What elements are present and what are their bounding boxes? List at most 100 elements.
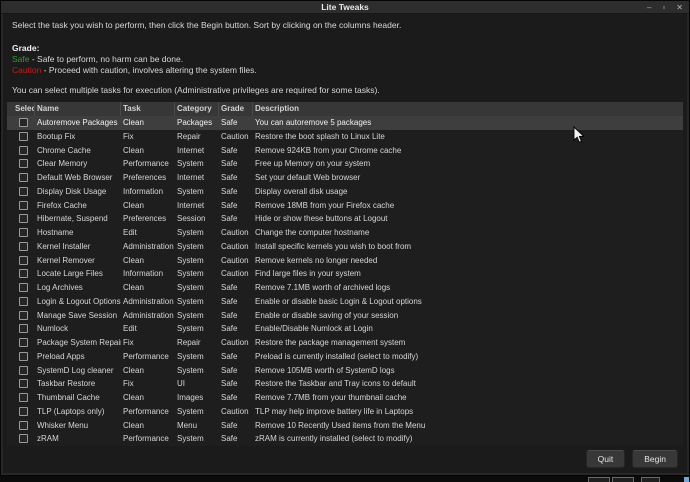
table-row[interactable]: NumlockEditSystemSafeEnable/Disable Numl…	[7, 322, 683, 336]
task-category: System	[175, 295, 219, 309]
instructions-text: Select the task you wish to perform, the…	[12, 20, 401, 30]
task-name: Package System Repair	[35, 336, 121, 350]
task-name: Firefox Cache	[35, 199, 121, 213]
task-name: zRAM	[35, 432, 121, 446]
row-checkbox[interactable]	[19, 379, 28, 388]
grade-safe-term: Safe	[12, 54, 30, 64]
task-grade: Safe	[219, 322, 253, 336]
task-grade: Safe	[219, 391, 253, 405]
row-checkbox[interactable]	[19, 242, 28, 251]
row-checkbox[interactable]	[19, 228, 28, 237]
taskbar-tray-accent[interactable]	[684, 477, 689, 482]
task-name: Kernel Installer	[35, 240, 121, 254]
table-row[interactable]: Login & Logout OptionsAdministrationSyst…	[7, 295, 683, 309]
table-row[interactable]: zRAMPerformanceSystemSafezRAM is current…	[7, 432, 683, 446]
task-type: Performance	[121, 350, 175, 364]
row-checkbox[interactable]	[19, 366, 28, 375]
task-category: Internet	[175, 144, 219, 158]
row-checkbox[interactable]	[19, 214, 28, 223]
task-description: Remove 924KB from your Chrome cache	[253, 144, 683, 158]
table-row[interactable]: Package System RepairFixRepairCautionRes…	[7, 336, 683, 350]
table-row[interactable]: Taskbar RestoreFixUISafeRestore the Task…	[7, 377, 683, 391]
quit-button[interactable]: Quit	[586, 450, 626, 468]
row-checkbox[interactable]	[19, 132, 28, 141]
column-header-task[interactable]: Task	[121, 102, 175, 116]
task-description: Preload is currently installed (select t…	[253, 350, 683, 364]
column-header-description[interactable]: Description	[253, 102, 683, 116]
table-row[interactable]: HostnameEditSystemCautionChange the comp…	[7, 226, 683, 240]
column-header-grade[interactable]: Grade	[219, 102, 253, 116]
row-checkbox[interactable]	[19, 118, 28, 127]
row-checkbox[interactable]	[19, 159, 28, 168]
table-row[interactable]: Kernel InstallerAdministrationSystemCaut…	[7, 240, 683, 254]
table-row[interactable]: Log ArchivesCleanSystemSafeRemove 7.1MB …	[7, 281, 683, 295]
column-header-category[interactable]: Category	[175, 102, 219, 116]
table-row[interactable]: Firefox CacheCleanInternetSafeRemove 18M…	[7, 199, 683, 213]
row-checkbox[interactable]	[19, 421, 28, 430]
task-name: Clear Memory	[35, 157, 121, 171]
table-row[interactable]: Preload AppsPerformanceSystemSafePreload…	[7, 350, 683, 364]
task-description: TLP may help improve battery life in Lap…	[253, 405, 683, 419]
table-row[interactable]: Clear MemoryPerformanceSystemSafeFree up…	[7, 157, 683, 171]
row-checkbox[interactable]	[19, 393, 28, 402]
taskbar-window-button[interactable]	[612, 477, 634, 482]
select-cell	[7, 281, 35, 295]
minimize-icon[interactable]: –	[647, 1, 651, 14]
row-checkbox[interactable]	[19, 201, 28, 210]
task-type: Clean	[121, 254, 175, 268]
row-checkbox[interactable]	[19, 146, 28, 155]
table-row[interactable]: TLP (Laptops only)PerformanceSystemCauti…	[7, 405, 683, 419]
task-type: Performance	[121, 432, 175, 446]
task-type: Information	[121, 267, 175, 281]
task-description: Restore the Taskbar and Tray icons to de…	[253, 377, 683, 391]
close-icon[interactable]: ✕	[676, 1, 683, 14]
task-description: Remove 18MB from your Firefox cache	[253, 199, 683, 213]
window-content: Select the task you wish to perform, the…	[1, 14, 689, 475]
table-row[interactable]: Whisker MenuCleanMenuSafeRemove 10 Recen…	[7, 419, 683, 433]
row-checkbox[interactable]	[19, 434, 28, 443]
task-type: Administration	[121, 295, 175, 309]
maximize-icon[interactable]: ▫	[662, 1, 665, 14]
select-cell	[7, 240, 35, 254]
taskbar-window-button[interactable]	[588, 477, 610, 482]
row-checkbox[interactable]	[19, 269, 28, 278]
table-row[interactable]: Manage Save SessionAdministrationSystemS…	[7, 309, 683, 323]
task-grade: Caution	[219, 130, 253, 144]
row-checkbox[interactable]	[19, 338, 28, 347]
row-checkbox[interactable]	[19, 324, 28, 333]
column-header-name[interactable]: Name	[35, 102, 121, 116]
row-checkbox[interactable]	[19, 283, 28, 292]
select-cell	[7, 267, 35, 281]
row-checkbox[interactable]	[19, 173, 28, 182]
row-checkbox[interactable]	[19, 187, 28, 196]
grade-caution-term: Caution	[12, 65, 41, 75]
select-cell	[7, 377, 35, 391]
table-row[interactable]: SystemD Log cleanerCleanSystemSafeRemove…	[7, 364, 683, 378]
taskbar-window-button[interactable]	[641, 477, 660, 482]
task-grade: Safe	[219, 295, 253, 309]
grade-caution-line: Caution - Proceed with caution, involves…	[12, 65, 257, 75]
row-checkbox[interactable]	[19, 297, 28, 306]
task-category: System	[175, 267, 219, 281]
task-category: Session	[175, 212, 219, 226]
task-description: Free up Memory on your system	[253, 157, 683, 171]
table-row[interactable]: Default Web BrowserPreferencesInternetSa…	[7, 171, 683, 185]
row-checkbox[interactable]	[19, 311, 28, 320]
table-row[interactable]: Hibernate, SuspendPreferencesSessionSafe…	[7, 212, 683, 226]
table-row[interactable]: Thumbnail CacheCleanImagesSafeRemove 7.7…	[7, 391, 683, 405]
task-description: Restore the package management system	[253, 336, 683, 350]
table-row[interactable]: Locate Large FilesInformationSystemCauti…	[7, 267, 683, 281]
titlebar[interactable]: Lite Tweaks – ▫ ✕	[1, 1, 689, 14]
row-checkbox[interactable]	[19, 256, 28, 265]
table-row[interactable]: Kernel RemoverCleanSystemCautionRemove k…	[7, 254, 683, 268]
column-header-select[interactable]: Select	[7, 102, 35, 116]
table-row[interactable]: Chrome CacheCleanInternetSafeRemove 924K…	[7, 144, 683, 158]
select-cell	[7, 226, 35, 240]
table-row[interactable]: Display Disk UsageInformationSystemSafeD…	[7, 185, 683, 199]
row-checkbox[interactable]	[19, 407, 28, 416]
row-checkbox[interactable]	[19, 352, 28, 361]
task-name: Thumbnail Cache	[35, 391, 121, 405]
begin-button[interactable]: Begin	[632, 450, 678, 468]
table-row[interactable]: Bootup FixFixRepairCautionRestore the bo…	[7, 130, 683, 144]
table-row[interactable]: Autoremove PackagesCleanPackagesSafeYou …	[7, 116, 683, 130]
